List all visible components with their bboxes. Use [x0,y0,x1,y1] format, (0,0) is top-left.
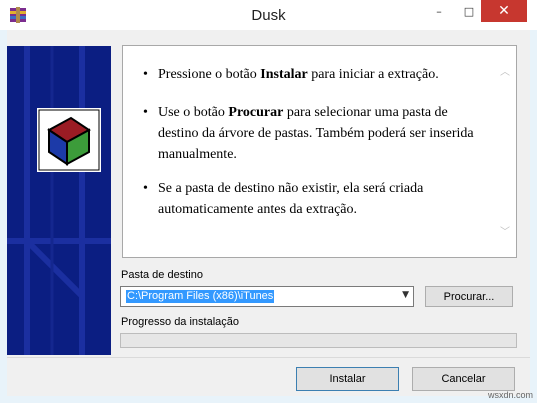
instruction-item: • Use o botão Procurar para selecionar um… [143,102,488,165]
app-logo [37,108,101,172]
side-banner [7,46,111,355]
instruction-bold: Procurar [228,105,284,120]
instructions-panel: • Pressione o botão Instalar para iniciar… [122,45,517,258]
install-progress-bar [120,333,517,348]
destination-label: Pasta de destino [121,269,203,281]
install-button[interactable]: Instalar [296,367,399,391]
bullet: • [143,181,148,196]
instruction-text: Pressione o botão [158,67,261,82]
bullet: • [143,67,148,82]
instruction-text: para iniciar a extração. [307,67,439,82]
bullet: • [143,105,148,120]
chevron-down-icon[interactable]: ▼ [402,290,409,300]
scroll-down-arrow-icon[interactable]: ﹀ [500,222,510,243]
installer-window: Dusk – □ ✕ • Pressione o botão Instalar p… [0,0,537,403]
instruction-text: Se a pasta de destino não existir, ela s… [158,181,424,217]
close-button[interactable]: ✕ [481,0,527,22]
watermark: wsxdn.com [488,390,534,400]
destination-path-combobox[interactable]: C:\Program Files (x86)\iTunes ▼ [120,286,414,307]
destination-path-value[interactable]: C:\Program Files (x86)\iTunes [126,290,275,303]
minimize-button[interactable]: – [425,0,453,22]
instruction-item: • Se a pasta de destino não existir, ela … [143,178,488,220]
instruction-text: Use o botão [158,105,229,120]
banner-background-graphic [7,46,111,355]
cancel-button[interactable]: Cancelar [412,367,515,391]
progress-label: Progresso da instalação [121,316,240,328]
maximize-button[interactable]: □ [455,0,483,22]
scroll-up-arrow-icon[interactable]: ︿ [500,62,510,83]
browse-button[interactable]: Procurar... [425,286,513,307]
footer-divider [7,357,530,358]
instruction-item: • Pressione o botão Instalar para iniciar… [143,64,488,85]
instruction-bold: Instalar [260,67,308,82]
title-bar[interactable]: Dusk – □ ✕ [0,0,537,30]
